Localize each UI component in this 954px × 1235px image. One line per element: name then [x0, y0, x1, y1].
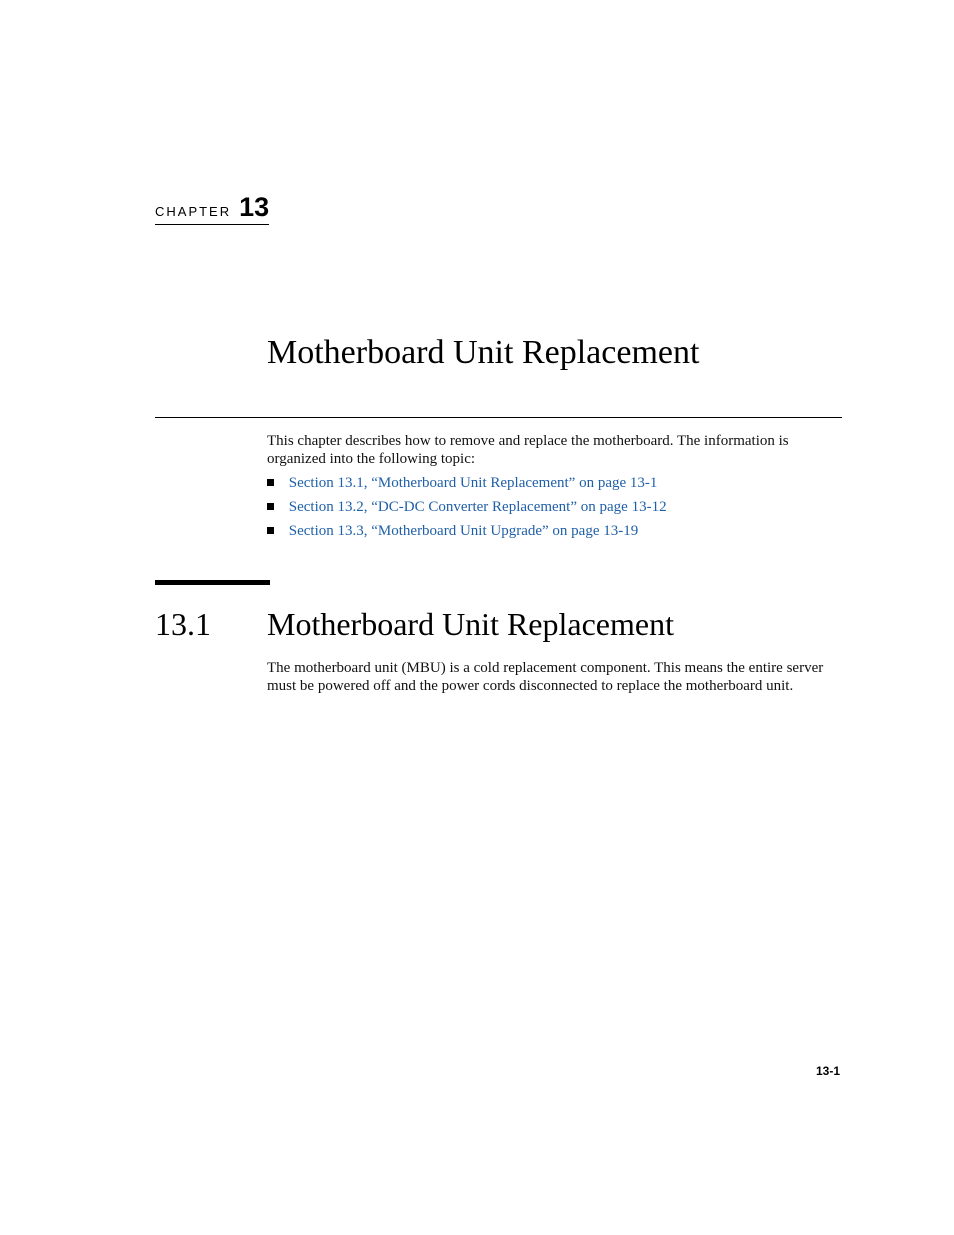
page-number: 13-1	[816, 1064, 841, 1078]
bullet-icon	[267, 503, 274, 510]
toc-link-section-13-1[interactable]: Section 13.1, “Motherboard Unit Replacem…	[289, 475, 658, 491]
chapter-label: CHAPTER 13	[155, 192, 269, 225]
toc-item: Section 13.3, “Motherboard Unit Upgrade”…	[267, 522, 667, 546]
section-heading: 13.1 Motherboard Unit Replacement	[155, 606, 674, 643]
bullet-icon	[267, 479, 274, 486]
chapter-word: CHAPTER	[155, 204, 232, 219]
chapter-number: 13	[239, 192, 270, 222]
section-number: 13.1	[155, 606, 211, 642]
section-title: Motherboard Unit Replacement	[267, 606, 674, 642]
intro-paragraph: This chapter describes how to remove and…	[267, 433, 789, 467]
section-body: The motherboard unit (MBU) is a cold rep…	[267, 660, 824, 694]
title-divider	[155, 417, 842, 418]
toc-link-section-13-3[interactable]: Section 13.3, “Motherboard Unit Upgrade”…	[289, 523, 639, 539]
toc-item: Section 13.2, “DC-DC Converter Replaceme…	[267, 498, 667, 522]
toc-item: Section 13.1, “Motherboard Unit Replacem…	[267, 474, 667, 498]
toc-list: Section 13.1, “Motherboard Unit Replacem…	[267, 474, 667, 546]
section-bar	[155, 580, 270, 585]
chapter-title: Motherboard Unit Replacement	[267, 334, 700, 371]
bullet-icon	[267, 527, 274, 534]
toc-link-section-13-2[interactable]: Section 13.2, “DC-DC Converter Replaceme…	[289, 499, 667, 515]
